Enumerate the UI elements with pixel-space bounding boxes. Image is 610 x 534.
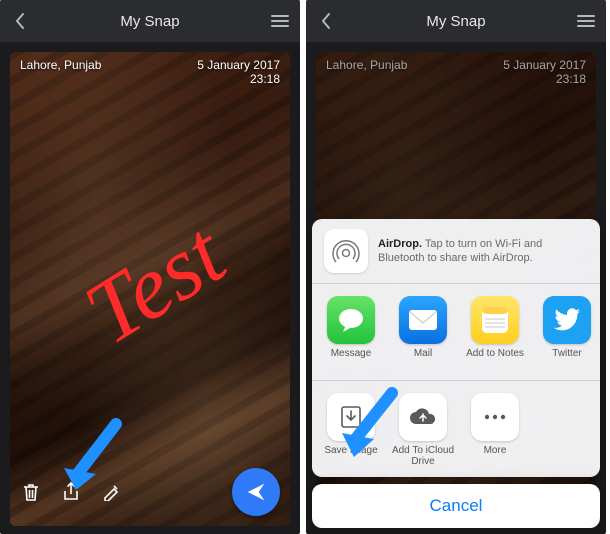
twitter-icon xyxy=(543,296,591,344)
share-app-message[interactable]: Message xyxy=(316,296,386,370)
share-button[interactable] xyxy=(60,481,82,503)
edit-button[interactable] xyxy=(100,481,122,503)
message-icon xyxy=(327,296,375,344)
svg-text:Test: Test xyxy=(69,203,243,363)
action-icloud-drive[interactable]: Add To iCloud Drive xyxy=(388,393,458,467)
back-button[interactable] xyxy=(316,11,336,31)
date-label: 5 January 2017 xyxy=(197,58,280,72)
action-row[interactable]: Save Image Add To iCloud Drive More xyxy=(312,381,600,477)
share-app-notes[interactable]: Add to Notes xyxy=(460,296,530,370)
page-title: My Snap xyxy=(336,13,576,30)
app-share-row[interactable]: Message Mail Add to Notes xyxy=(312,284,600,381)
left-screenshot: My Snap Lahore, Punjab 5 January 2017 23… xyxy=(0,0,300,534)
airdrop-icon xyxy=(324,229,368,273)
action-more[interactable]: More xyxy=(460,393,530,467)
right-screenshot: My Snap Lahore, Punjab 5 January 2017 23… xyxy=(306,0,606,534)
more-icon xyxy=(471,393,519,441)
delete-button[interactable] xyxy=(20,481,42,503)
snap-preview[interactable]: Lahore, Punjab 5 January 2017 23:18 Test xyxy=(10,52,290,526)
drawing-overlay: Test xyxy=(10,52,290,526)
action-save-image[interactable]: Save Image xyxy=(316,393,386,467)
nav-bar: My Snap xyxy=(0,0,300,42)
time-label: 23:18 xyxy=(197,72,280,86)
save-image-icon xyxy=(327,393,375,441)
airdrop-text: AirDrop. Tap to turn on Wi-Fi and Blueto… xyxy=(378,237,588,266)
cancel-button[interactable]: Cancel xyxy=(312,484,600,528)
mail-icon xyxy=(399,296,447,344)
nav-bar: My Snap xyxy=(306,0,606,42)
icloud-icon xyxy=(399,393,447,441)
menu-button[interactable] xyxy=(270,11,290,31)
back-button[interactable] xyxy=(10,11,30,31)
share-app-mail[interactable]: Mail xyxy=(388,296,458,370)
location-label: Lahore, Punjab xyxy=(20,58,101,86)
share-app-twitter[interactable]: Twitter xyxy=(532,296,600,370)
share-sheet: AirDrop. Tap to turn on Wi-Fi and Blueto… xyxy=(312,219,600,528)
send-button[interactable] xyxy=(232,468,280,516)
menu-button[interactable] xyxy=(576,11,596,31)
airdrop-row[interactable]: AirDrop. Tap to turn on Wi-Fi and Blueto… xyxy=(312,219,600,284)
notes-icon xyxy=(471,296,519,344)
page-title: My Snap xyxy=(30,13,270,30)
